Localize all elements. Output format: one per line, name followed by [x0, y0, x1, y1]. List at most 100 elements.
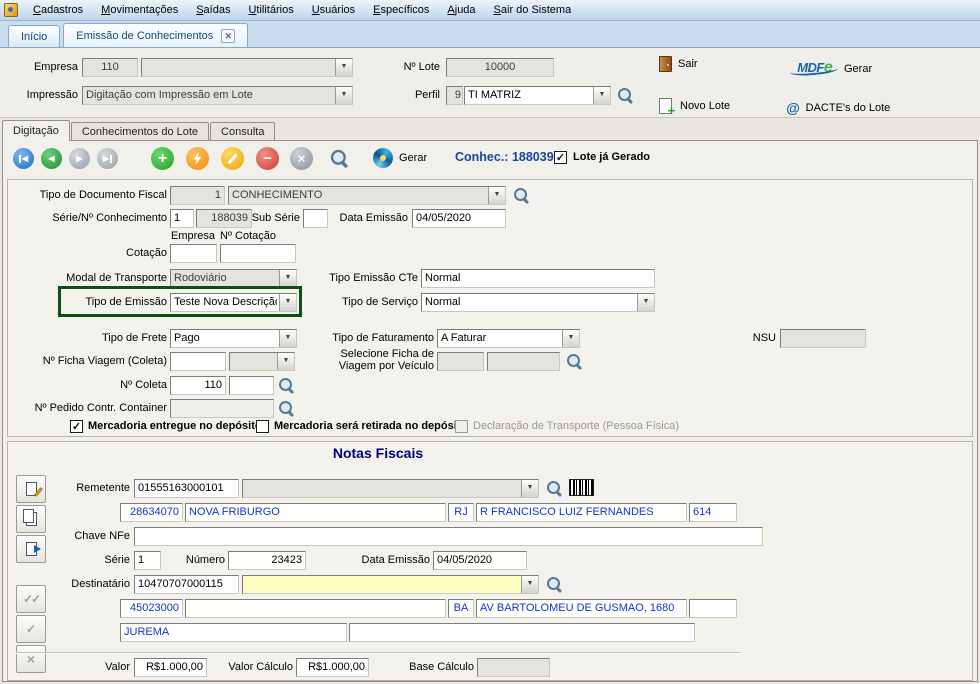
- nota-serie-field[interactable]: 1: [134, 551, 161, 570]
- nota-numero-field[interactable]: 23423: [228, 551, 306, 570]
- menu-item-utilitarios[interactable]: Utilitários: [239, 0, 302, 21]
- tipo-servico-select[interactable]: Normal: [421, 293, 655, 312]
- data-emissao-field[interactable]: 04/05/2020: [412, 209, 506, 228]
- sair-button[interactable]: Sair: [659, 56, 698, 72]
- remetente-numero-field[interactable]: 614: [689, 503, 737, 522]
- tipo-frete-select[interactable]: Pago: [170, 329, 297, 348]
- add-record-button[interactable]: +: [151, 147, 174, 170]
- edit-record-button[interactable]: [221, 147, 244, 170]
- lightning-icon: [193, 152, 202, 165]
- dropdown-arrow-icon[interactable]: [562, 330, 579, 347]
- nota-cancel-button[interactable]: ×: [16, 645, 46, 673]
- coleta-field[interactable]: 110: [170, 376, 226, 395]
- lote-ja-gerado-checkbox[interactable]: [554, 151, 567, 164]
- copy-pages-icon: [22, 509, 34, 523]
- dropdown-arrow-icon[interactable]: [637, 294, 654, 311]
- header-panel: Empresa 110 Nº Lote 10000 Impressão Digi…: [0, 48, 980, 118]
- tipo-faturamento-select[interactable]: A Faturar: [437, 329, 580, 348]
- bairro-field[interactable]: JUREMA: [120, 623, 347, 642]
- subtab-consulta[interactable]: Consulta: [210, 122, 276, 141]
- lote-label: Nº Lote: [403, 61, 440, 73]
- tab-emissao-conhecimentos[interactable]: Emissão de Conhecimentos ✕: [63, 23, 249, 47]
- pedido-container-field[interactable]: [170, 399, 274, 418]
- dropdown-arrow-icon[interactable]: [279, 330, 296, 347]
- nav-next-button[interactable]: ▶: [69, 148, 90, 169]
- dropdown-arrow-icon[interactable]: [593, 87, 610, 104]
- remetente-search-icon[interactable]: [546, 480, 563, 497]
- mercadoria-entregue-checkbox[interactable]: [70, 420, 83, 433]
- exit-door-icon: [659, 56, 672, 72]
- destinatario-uf-field[interactable]: BA: [448, 599, 474, 618]
- nav-previous-button[interactable]: ◀: [41, 148, 62, 169]
- coleta-search-icon[interactable]: [278, 377, 295, 394]
- chave-nfe-field[interactable]: [134, 527, 763, 546]
- delete-record-button[interactable]: −: [256, 147, 279, 170]
- tipo-emissao-select[interactable]: Teste Nova Descrição: [170, 293, 297, 312]
- nsu-label: NSU: [752, 332, 776, 344]
- barcode-icon[interactable]: [569, 479, 594, 496]
- ficha-veiculo-search-icon[interactable]: [566, 353, 583, 370]
- notas-fiscais-panel: Notas Fiscais ✓✓ ✓ × Remetente 015551630…: [7, 441, 973, 681]
- dropdown-arrow-icon[interactable]: [521, 576, 538, 593]
- nota-data-emissao-field[interactable]: 04/05/2020: [433, 551, 527, 570]
- sair-button-label: Sair: [678, 58, 698, 70]
- remetente-cidade-field[interactable]: NOVA FRIBURGO: [185, 503, 446, 522]
- destinatario-cep-field[interactable]: 45023000: [120, 599, 183, 618]
- cotacao-numero-field[interactable]: [220, 244, 296, 263]
- complemento-field[interactable]: [349, 623, 695, 642]
- destinatario-numero-field[interactable]: [689, 599, 737, 618]
- novo-lote-button[interactable]: Novo Lote: [659, 98, 730, 116]
- nota-new-button[interactable]: [16, 475, 46, 503]
- nota-confirm-button[interactable]: ✓: [16, 615, 46, 643]
- tipo-emissao-cte-field[interactable]: Normal: [421, 269, 655, 288]
- tipo-documento-search-icon[interactable]: [513, 187, 530, 204]
- remetente-cep-field[interactable]: 28634070: [120, 503, 183, 522]
- mercadoria-retirada-checkbox[interactable]: [256, 420, 269, 433]
- menu-item-usuarios[interactable]: Usuários: [303, 0, 364, 21]
- dropdown-arrow-icon[interactable]: [279, 294, 296, 311]
- remetente-cnpj-field[interactable]: 01555163000101: [134, 479, 239, 498]
- valor-calculo-field[interactable]: R$1.000,00: [296, 658, 369, 677]
- menu-item-sair-do-sistema[interactable]: Sair do Sistema: [485, 0, 581, 21]
- gerar-mdfe-button[interactable]: MDFe Gerar: [789, 56, 872, 82]
- dacte-button[interactable]: DACTE's do Lote: [786, 100, 891, 116]
- search-records-icon[interactable]: [330, 149, 350, 169]
- post-record-button[interactable]: [186, 147, 209, 170]
- nota-copy-button[interactable]: [16, 505, 46, 533]
- perfil-search-icon[interactable]: [617, 87, 634, 104]
- subtab-conhecimentos-do-lote[interactable]: Conhecimentos do Lote: [70, 122, 210, 141]
- nav-first-button[interactable]: ◀: [13, 148, 34, 169]
- tab-inicio[interactable]: Início: [8, 25, 61, 47]
- menu-item-ajuda[interactable]: Ajuda: [438, 0, 484, 21]
- cotacao-empresa-field[interactable]: [170, 244, 217, 263]
- gerar-toolbar-button[interactable]: Gerar: [373, 148, 427, 168]
- tipo-documento-label: Tipo de Documento Fiscal: [39, 189, 167, 201]
- destinatario-cnpj-field[interactable]: 10470707000115: [134, 575, 239, 594]
- destinatario-cidade-field[interactable]: [185, 599, 446, 618]
- import-page-icon: [25, 542, 41, 556]
- cancel-record-button[interactable]: ×: [290, 147, 313, 170]
- dacte-button-label: DACTE's do Lote: [805, 102, 891, 114]
- perfil-select[interactable]: TI MATRIZ: [464, 86, 611, 105]
- menu-item-movimentacoes[interactable]: Movimentações: [92, 0, 187, 21]
- nota-confirm-all-button[interactable]: ✓✓: [16, 585, 46, 613]
- menu-item-cadastros[interactable]: Cadastros: [24, 0, 92, 21]
- menu-item-especificos[interactable]: Específicos: [364, 0, 438, 21]
- subtab-digitacao[interactable]: Digitação: [2, 120, 70, 141]
- valor-field[interactable]: R$1.000,00: [134, 658, 207, 677]
- subserie-field[interactable]: [303, 209, 328, 228]
- destinatario-select[interactable]: [242, 575, 539, 594]
- serie-field[interactable]: 1: [170, 209, 194, 228]
- close-tab-icon[interactable]: ✕: [221, 28, 236, 43]
- remetente-uf-field[interactable]: RJ: [448, 503, 474, 522]
- destinatario-endereco-field[interactable]: AV BARTOLOMEU DE GUSMAO, 1680: [476, 599, 687, 618]
- nota-import-button[interactable]: [16, 535, 46, 563]
- destinatario-search-icon[interactable]: [546, 576, 563, 593]
- pedido-container-search-icon[interactable]: [278, 400, 295, 417]
- ficha-viagem-field[interactable]: [170, 352, 226, 371]
- coleta-field-2[interactable]: [229, 376, 274, 395]
- nav-last-button[interactable]: ▶: [97, 148, 118, 169]
- menu-item-saidas[interactable]: Saídas: [187, 0, 239, 21]
- dropdown-arrow-icon: [488, 187, 505, 204]
- remetente-endereco-field[interactable]: R FRANCISCO LUIZ FERNANDES: [476, 503, 687, 522]
